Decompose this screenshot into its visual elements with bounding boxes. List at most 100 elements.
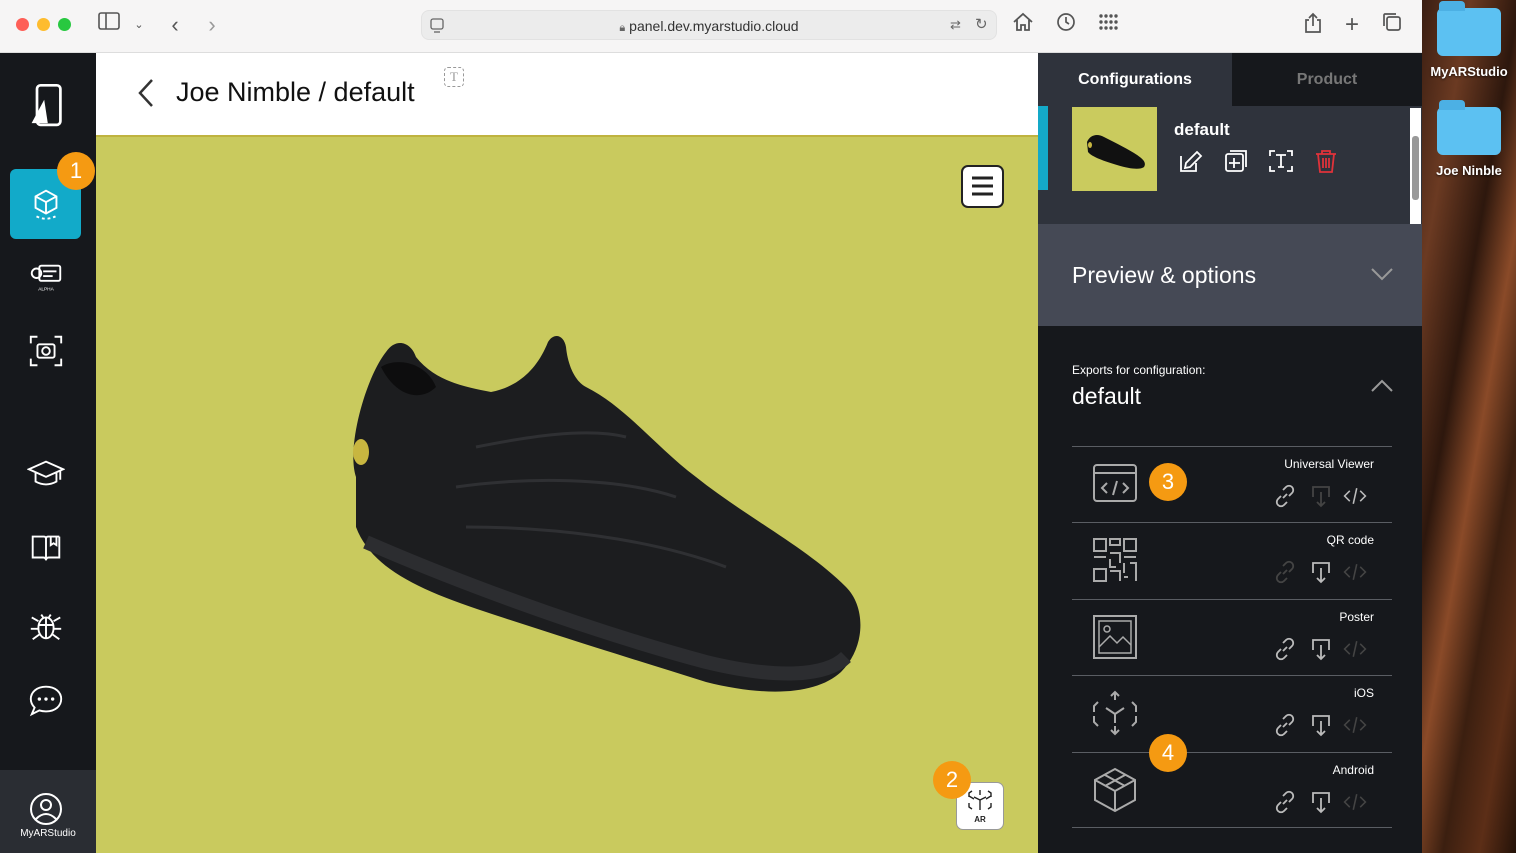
address-bar[interactable]: 🔒︎ panel.dev.myarstudio.cloud ⇄ ↻ — [421, 10, 997, 40]
page-header: Joe Nimble / default T — [96, 53, 1038, 137]
graduation-cap-icon — [26, 460, 65, 486]
configuration-panel: Configurations Product default Preview &… — [1038, 53, 1422, 853]
translate-icon[interactable]: ⇄ — [950, 17, 961, 33]
lock-icon: 🔒︎ — [619, 22, 626, 34]
alpha-feature-icon: ALPHA — [30, 264, 61, 292]
home-icon[interactable] — [1010, 12, 1036, 38]
export-android: Android — [1072, 752, 1392, 828]
configurations-scrollbar[interactable] — [1410, 108, 1421, 224]
image-icon — [1093, 615, 1137, 659]
link-icon[interactable] — [1272, 483, 1298, 509]
preview-options-heading: Preview & options — [1072, 262, 1257, 288]
maximize-window-button[interactable] — [58, 18, 71, 31]
exports-section: Exports for configuration: default Unive… — [1038, 326, 1422, 853]
desktop-folder-joe-ninble[interactable]: Joe Ninble — [1422, 100, 1516, 178]
browser-toolbar: ⌄ ‹ › 🔒︎ panel.dev.myarstudio.cloud ⇄ ↻ … — [0, 0, 1422, 53]
close-window-button[interactable] — [16, 18, 29, 31]
qr-code-icon — [1093, 538, 1137, 582]
desktop-background: MyARStudio Joe Ninble — [1422, 0, 1516, 853]
download-icon[interactable] — [1308, 636, 1334, 662]
annotation-badge-3: 3 — [1149, 463, 1187, 501]
tab-product[interactable]: Product — [1232, 53, 1422, 106]
folder-name: MyARStudio — [1430, 64, 1508, 79]
export-name: Universal Viewer — [1284, 457, 1374, 471]
ar-label: AR — [974, 815, 986, 824]
bug-icon — [30, 614, 61, 641]
embed-code-icon[interactable] — [1342, 483, 1368, 509]
myarstudio-logo-icon — [31, 83, 62, 127]
sidebar-item-chat[interactable] — [10, 665, 81, 735]
code-window-icon — [1093, 464, 1137, 502]
browser-window: ⌄ ‹ › 🔒︎ panel.dev.myarstudio.cloud ⇄ ↻ … — [0, 0, 1422, 853]
apps-grid-icon[interactable] — [1095, 12, 1121, 38]
configuration-name: default — [1174, 120, 1230, 139]
minimize-window-button[interactable] — [37, 18, 50, 31]
camera-scan-icon — [29, 335, 62, 367]
duplicate-icon[interactable] — [1223, 148, 1249, 174]
download-icon — [1312, 486, 1330, 508]
chevron-down-icon[interactable]: ⌄ — [126, 12, 152, 38]
desktop-folder-myarstudio[interactable]: MyARStudio — [1422, 1, 1516, 79]
url-text: 🔒︎ panel.dev.myarstudio.cloud — [619, 18, 799, 34]
3d-box-icon — [1094, 767, 1136, 813]
share-icon[interactable] — [1300, 12, 1326, 38]
cube-icon — [34, 189, 57, 220]
tab-overview-icon[interactable] — [1379, 12, 1405, 38]
back-icon[interactable]: ‹ — [162, 12, 188, 38]
ar-cube-icon — [968, 790, 992, 810]
sidebar-item-bug-report[interactable] — [10, 590, 81, 660]
annotation-badge-2: 2 — [933, 761, 971, 799]
rename-icon[interactable] — [1268, 148, 1294, 174]
sidebar-item-capture[interactable] — [10, 316, 81, 386]
export-ios: iOS — [1072, 675, 1392, 751]
hamburger-icon — [972, 176, 993, 196]
chevron-down-icon — [1371, 268, 1393, 281]
annotation-badge-1: 1 — [57, 152, 95, 190]
book-icon — [31, 535, 60, 561]
chevron-up-icon[interactable] — [1370, 378, 1394, 394]
shoe-model-image — [353, 335, 861, 692]
shoe-thumbnail-image — [1087, 134, 1145, 169]
reload-icon[interactable]: ↻ — [975, 15, 988, 33]
download-icon[interactable] — [1308, 559, 1334, 585]
export-universal-viewer: Universal Viewer — [1072, 446, 1392, 522]
exports-caption: Exports for configuration: — [1072, 363, 1206, 377]
panel-tabs: Configurations Product — [1038, 53, 1422, 106]
rename-text-icon[interactable]: T — [444, 67, 464, 87]
export-name: QR code — [1326, 533, 1374, 547]
embed-code-icon — [1343, 717, 1367, 733]
sidebar-item-docs[interactable] — [10, 513, 81, 583]
back-arrow-icon[interactable] — [136, 77, 156, 114]
sidebar-item-alpha[interactable]: ALPHA — [10, 243, 81, 313]
link-icon[interactable] — [1272, 636, 1298, 662]
forward-icon[interactable]: › — [199, 12, 225, 38]
user-avatar-icon — [30, 793, 62, 825]
configuration-thumbnail — [1072, 107, 1157, 191]
scrollbar-thumb[interactable] — [1412, 136, 1419, 200]
history-icon[interactable] — [1053, 12, 1079, 38]
download-icon[interactable] — [1308, 712, 1334, 738]
new-tab-icon[interactable]: + — [1339, 12, 1365, 38]
ar-cube-icon — [1093, 690, 1137, 736]
export-qr-code: QR code — [1072, 522, 1392, 598]
download-icon[interactable] — [1308, 789, 1334, 815]
logo-button[interactable] — [10, 71, 81, 141]
svg-text:ALPHA: ALPHA — [38, 286, 54, 292]
account-button[interactable]: MyARStudio — [0, 770, 96, 853]
link-icon[interactable] — [1272, 712, 1298, 738]
export-name: Android — [1332, 763, 1374, 777]
link-icon — [1275, 560, 1295, 584]
sidebar-toggle-icon[interactable] — [96, 12, 122, 38]
sidebar-item-academy[interactable] — [10, 439, 81, 509]
preview-options-section[interactable]: Preview & options — [1038, 224, 1422, 326]
folder-name: Joe Ninble — [1436, 163, 1502, 178]
link-icon[interactable] — [1272, 789, 1298, 815]
tab-configurations[interactable]: Configurations — [1038, 53, 1232, 106]
edit-icon[interactable] — [1178, 148, 1204, 174]
viewer-menu-button[interactable] — [961, 165, 1004, 208]
embed-code-icon — [1343, 794, 1367, 810]
chat-bubble-icon — [29, 685, 62, 717]
embed-code-icon — [1343, 641, 1367, 657]
model-viewer[interactable]: AR — [96, 137, 1038, 853]
delete-icon[interactable] — [1313, 148, 1339, 174]
